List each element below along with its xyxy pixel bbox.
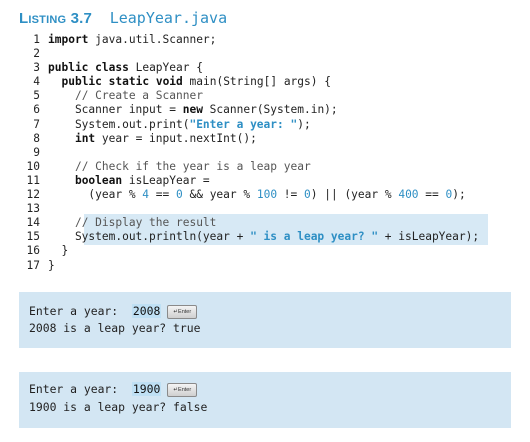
code-text: System.out.println(year + " is a leap ye…	[48, 230, 480, 244]
line-number: 3	[33, 61, 40, 75]
code-line: 13	[18, 202, 518, 216]
code-text: Scanner input = new Scanner(System.in);	[48, 103, 338, 117]
code-line: 2	[18, 47, 518, 61]
code-line: 12 (year % 4 == 0 && year % 100 != 0) ||…	[18, 188, 518, 202]
code-text: int year = input.nextInt();	[74, 131, 257, 145]
code-text: boolean isLeapYear =	[74, 173, 210, 187]
console-user-input: 2008	[131, 304, 162, 318]
code-line: 3 public class LeapYear {	[18, 61, 518, 75]
enter-key-icon: ↵Enter	[167, 304, 198, 319]
line-number: 11	[26, 173, 40, 187]
line-number: 17	[26, 258, 40, 272]
code-text: import java.util.Scanner;	[48, 33, 217, 46]
line-number: 1	[33, 33, 40, 46]
code-text: public static void main(String[] args) {	[61, 75, 331, 89]
code-text: (year % 4 == 0 && year % 100 != 0) || (y…	[48, 188, 466, 202]
code-text: // Create a Scanner	[74, 89, 203, 103]
line-number: 16	[26, 244, 40, 258]
line-number: 2	[33, 47, 40, 61]
code-text: System.out.print("Enter a year: ");	[48, 117, 311, 131]
code-line: 16 }	[18, 244, 518, 258]
code-line: 9	[18, 146, 518, 160]
code-line: 11 boolean isLeapYear =	[18, 174, 518, 188]
code-line: 4 public static void main(String[] args)…	[18, 75, 518, 89]
code-line: 5 // Create a Scanner	[18, 89, 518, 103]
console-prompt: Enter a year:	[29, 382, 126, 396]
code-line: 7 System.out.print("Enter a year: ");	[18, 118, 518, 132]
console-prompt: Enter a year:	[29, 304, 126, 318]
code-line: 10 // Check if the year is a leap year	[18, 160, 518, 174]
line-number: 5	[33, 89, 40, 103]
code-text: public class LeapYear {	[48, 61, 203, 75]
code-text: }	[48, 258, 55, 272]
line-number: 6	[33, 103, 40, 117]
line-number: 13	[26, 202, 40, 216]
console-run-1: Enter a year: 2008 ↵Enter 2008 is a leap …	[19, 292, 511, 348]
code-line: 15 System.out.println(year + " is a leap…	[18, 230, 518, 244]
code-text: // Display the result	[74, 216, 217, 230]
code-line: 14 // Display the result	[18, 216, 518, 230]
line-number: 14	[26, 216, 40, 230]
code-text: }	[48, 244, 69, 258]
console-output-line: 1900 is a leap year? false	[29, 400, 208, 414]
line-number: 7	[33, 117, 40, 131]
enter-key-icon: ↵Enter	[167, 382, 198, 397]
code-listing: 1 import java.util.Scanner; 2 3 public class…	[18, 33, 518, 273]
line-number: 4	[33, 75, 40, 89]
line-number: 12	[26, 188, 40, 202]
code-text: // Check if the year is a leap year	[74, 159, 311, 173]
line-number: 15	[26, 230, 40, 244]
console-output-line: 2008 is a leap year? true	[29, 321, 201, 335]
code-line: 6 Scanner input = new Scanner(System.in)…	[18, 103, 518, 117]
listing-header: Listing 3.7 LeapYear.java	[19, 8, 227, 28]
console-input-line: Enter a year: 2008 ↵Enter	[29, 304, 198, 319]
listing-filename: LeapYear.java	[109, 9, 228, 27]
code-line: 1 import java.util.Scanner;	[18, 33, 518, 47]
code-line: 17}	[18, 259, 518, 273]
line-number: 8	[33, 131, 40, 145]
console-run-2: Enter a year: 1900 ↵Enter 1900 is a leap …	[19, 372, 511, 428]
listing-label: Listing 3.7	[19, 10, 93, 27]
line-number: 10	[26, 159, 40, 173]
console-user-input: 1900	[131, 382, 162, 396]
code-line: 8 int year = input.nextInt();	[18, 132, 518, 146]
line-number: 9	[33, 145, 40, 159]
console-input-line: Enter a year: 1900 ↵Enter	[29, 382, 198, 397]
